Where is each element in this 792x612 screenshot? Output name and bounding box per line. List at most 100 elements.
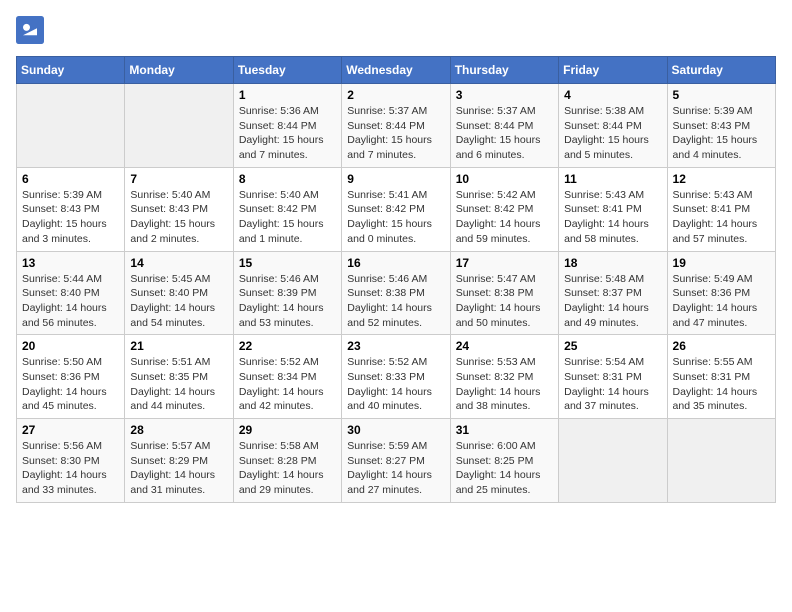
day-detail: Sunrise: 5:46 AM Sunset: 8:38 PM Dayligh… bbox=[347, 272, 444, 331]
calendar-body: 1 Sunrise: 5:36 AM Sunset: 8:44 PM Daylig… bbox=[17, 84, 776, 503]
day-cell: 24 Sunrise: 5:53 AM Sunset: 8:32 PM Dayli… bbox=[450, 335, 558, 419]
day-detail: Sunrise: 5:52 AM Sunset: 8:34 PM Dayligh… bbox=[239, 355, 336, 414]
day-cell: 19 Sunrise: 5:49 AM Sunset: 8:36 PM Dayli… bbox=[667, 251, 775, 335]
day-number: 17 bbox=[456, 256, 553, 270]
day-number: 1 bbox=[239, 88, 336, 102]
day-number: 9 bbox=[347, 172, 444, 186]
day-detail: Sunrise: 5:39 AM Sunset: 8:43 PM Dayligh… bbox=[22, 188, 119, 247]
day-detail: Sunrise: 5:54 AM Sunset: 8:31 PM Dayligh… bbox=[564, 355, 661, 414]
day-number: 31 bbox=[456, 423, 553, 437]
day-cell: 5 Sunrise: 5:39 AM Sunset: 8:43 PM Daylig… bbox=[667, 84, 775, 168]
day-cell: 3 Sunrise: 5:37 AM Sunset: 8:44 PM Daylig… bbox=[450, 84, 558, 168]
day-number: 7 bbox=[130, 172, 227, 186]
dow-wednesday: Wednesday bbox=[342, 57, 450, 84]
day-detail: Sunrise: 5:53 AM Sunset: 8:32 PM Dayligh… bbox=[456, 355, 553, 414]
day-detail: Sunrise: 5:59 AM Sunset: 8:27 PM Dayligh… bbox=[347, 439, 444, 498]
day-cell: 26 Sunrise: 5:55 AM Sunset: 8:31 PM Dayli… bbox=[667, 335, 775, 419]
day-detail: Sunrise: 5:37 AM Sunset: 8:44 PM Dayligh… bbox=[347, 104, 444, 163]
week-row-3: 13 Sunrise: 5:44 AM Sunset: 8:40 PM Dayli… bbox=[17, 251, 776, 335]
day-detail: Sunrise: 5:52 AM Sunset: 8:33 PM Dayligh… bbox=[347, 355, 444, 414]
day-detail: Sunrise: 5:50 AM Sunset: 8:36 PM Dayligh… bbox=[22, 355, 119, 414]
day-cell: 23 Sunrise: 5:52 AM Sunset: 8:33 PM Dayli… bbox=[342, 335, 450, 419]
day-detail: Sunrise: 5:56 AM Sunset: 8:30 PM Dayligh… bbox=[22, 439, 119, 498]
day-number: 8 bbox=[239, 172, 336, 186]
day-number: 15 bbox=[239, 256, 336, 270]
dow-monday: Monday bbox=[125, 57, 233, 84]
day-number: 24 bbox=[456, 339, 553, 353]
day-cell bbox=[17, 84, 125, 168]
day-number: 26 bbox=[673, 339, 770, 353]
day-detail: Sunrise: 5:46 AM Sunset: 8:39 PM Dayligh… bbox=[239, 272, 336, 331]
day-number: 2 bbox=[347, 88, 444, 102]
day-cell: 27Sunrise: 5:56 AM Sunset: 8:30 PM Dayli… bbox=[17, 419, 125, 503]
day-detail: Sunrise: 5:39 AM Sunset: 8:43 PM Dayligh… bbox=[673, 104, 770, 163]
day-cell: 6Sunrise: 5:39 AM Sunset: 8:43 PM Daylig… bbox=[17, 167, 125, 251]
day-number: 4 bbox=[564, 88, 661, 102]
day-cell: 31 Sunrise: 6:00 AM Sunset: 8:25 PM Dayli… bbox=[450, 419, 558, 503]
day-number: 11 bbox=[564, 172, 661, 186]
day-number: 14 bbox=[130, 256, 227, 270]
day-cell bbox=[559, 419, 667, 503]
days-of-week-header: SundayMondayTuesdayWednesdayThursdayFrid… bbox=[17, 57, 776, 84]
week-row-2: 6Sunrise: 5:39 AM Sunset: 8:43 PM Daylig… bbox=[17, 167, 776, 251]
day-cell: 25 Sunrise: 5:54 AM Sunset: 8:31 PM Dayli… bbox=[559, 335, 667, 419]
day-detail: Sunrise: 5:55 AM Sunset: 8:31 PM Dayligh… bbox=[673, 355, 770, 414]
day-detail: Sunrise: 5:45 AM Sunset: 8:40 PM Dayligh… bbox=[130, 272, 227, 331]
dow-tuesday: Tuesday bbox=[233, 57, 341, 84]
day-cell: 30 Sunrise: 5:59 AM Sunset: 8:27 PM Dayli… bbox=[342, 419, 450, 503]
day-detail: Sunrise: 5:42 AM Sunset: 8:42 PM Dayligh… bbox=[456, 188, 553, 247]
day-cell: 17 Sunrise: 5:47 AM Sunset: 8:38 PM Dayli… bbox=[450, 251, 558, 335]
day-cell: 14 Sunrise: 5:45 AM Sunset: 8:40 PM Dayli… bbox=[125, 251, 233, 335]
day-number: 16 bbox=[347, 256, 444, 270]
logo-icon bbox=[16, 16, 44, 44]
day-detail: Sunrise: 5:48 AM Sunset: 8:37 PM Dayligh… bbox=[564, 272, 661, 331]
day-detail: Sunrise: 5:57 AM Sunset: 8:29 PM Dayligh… bbox=[130, 439, 227, 498]
day-cell: 13 Sunrise: 5:44 AM Sunset: 8:40 PM Dayli… bbox=[17, 251, 125, 335]
day-number: 29 bbox=[239, 423, 336, 437]
day-number: 13 bbox=[22, 256, 119, 270]
day-number: 18 bbox=[564, 256, 661, 270]
day-cell bbox=[125, 84, 233, 168]
day-detail: Sunrise: 5:43 AM Sunset: 8:41 PM Dayligh… bbox=[564, 188, 661, 247]
day-number: 21 bbox=[130, 339, 227, 353]
day-detail: Sunrise: 5:38 AM Sunset: 8:44 PM Dayligh… bbox=[564, 104, 661, 163]
day-cell: 2 Sunrise: 5:37 AM Sunset: 8:44 PM Daylig… bbox=[342, 84, 450, 168]
week-row-1: 1 Sunrise: 5:36 AM Sunset: 8:44 PM Daylig… bbox=[17, 84, 776, 168]
day-cell: 9Sunrise: 5:41 AM Sunset: 8:42 PM Daylig… bbox=[342, 167, 450, 251]
day-number: 28 bbox=[130, 423, 227, 437]
logo bbox=[16, 16, 48, 44]
dow-saturday: Saturday bbox=[667, 57, 775, 84]
day-detail: Sunrise: 5:49 AM Sunset: 8:36 PM Dayligh… bbox=[673, 272, 770, 331]
day-number: 30 bbox=[347, 423, 444, 437]
day-number: 3 bbox=[456, 88, 553, 102]
day-detail: Sunrise: 5:37 AM Sunset: 8:44 PM Dayligh… bbox=[456, 104, 553, 163]
day-number: 23 bbox=[347, 339, 444, 353]
day-detail: Sunrise: 5:40 AM Sunset: 8:43 PM Dayligh… bbox=[130, 188, 227, 247]
dow-friday: Friday bbox=[559, 57, 667, 84]
day-cell: 18 Sunrise: 5:48 AM Sunset: 8:37 PM Dayli… bbox=[559, 251, 667, 335]
day-detail: Sunrise: 6:00 AM Sunset: 8:25 PM Dayligh… bbox=[456, 439, 553, 498]
day-detail: Sunrise: 5:47 AM Sunset: 8:38 PM Dayligh… bbox=[456, 272, 553, 331]
day-number: 20 bbox=[22, 339, 119, 353]
day-cell: 1 Sunrise: 5:36 AM Sunset: 8:44 PM Daylig… bbox=[233, 84, 341, 168]
day-detail: Sunrise: 5:44 AM Sunset: 8:40 PM Dayligh… bbox=[22, 272, 119, 331]
day-cell: 4 Sunrise: 5:38 AM Sunset: 8:44 PM Daylig… bbox=[559, 84, 667, 168]
dow-thursday: Thursday bbox=[450, 57, 558, 84]
day-detail: Sunrise: 5:36 AM Sunset: 8:44 PM Dayligh… bbox=[239, 104, 336, 163]
day-cell: 21Sunrise: 5:51 AM Sunset: 8:35 PM Dayli… bbox=[125, 335, 233, 419]
day-cell: 28 Sunrise: 5:57 AM Sunset: 8:29 PM Dayli… bbox=[125, 419, 233, 503]
day-cell: 12Sunrise: 5:43 AM Sunset: 8:41 PM Dayli… bbox=[667, 167, 775, 251]
day-cell: 15 Sunrise: 5:46 AM Sunset: 8:39 PM Dayli… bbox=[233, 251, 341, 335]
day-cell: 16 Sunrise: 5:46 AM Sunset: 8:38 PM Dayli… bbox=[342, 251, 450, 335]
day-number: 19 bbox=[673, 256, 770, 270]
day-number: 5 bbox=[673, 88, 770, 102]
day-detail: Sunrise: 5:58 AM Sunset: 8:28 PM Dayligh… bbox=[239, 439, 336, 498]
day-cell: 7 Sunrise: 5:40 AM Sunset: 8:43 PM Daylig… bbox=[125, 167, 233, 251]
day-number: 10 bbox=[456, 172, 553, 186]
day-cell: 22 Sunrise: 5:52 AM Sunset: 8:34 PM Dayli… bbox=[233, 335, 341, 419]
page-header bbox=[16, 16, 776, 44]
day-cell: 11 Sunrise: 5:43 AM Sunset: 8:41 PM Dayli… bbox=[559, 167, 667, 251]
day-number: 25 bbox=[564, 339, 661, 353]
day-number: 22 bbox=[239, 339, 336, 353]
day-detail: Sunrise: 5:43 AM Sunset: 8:41 PM Dayligh… bbox=[673, 188, 770, 247]
